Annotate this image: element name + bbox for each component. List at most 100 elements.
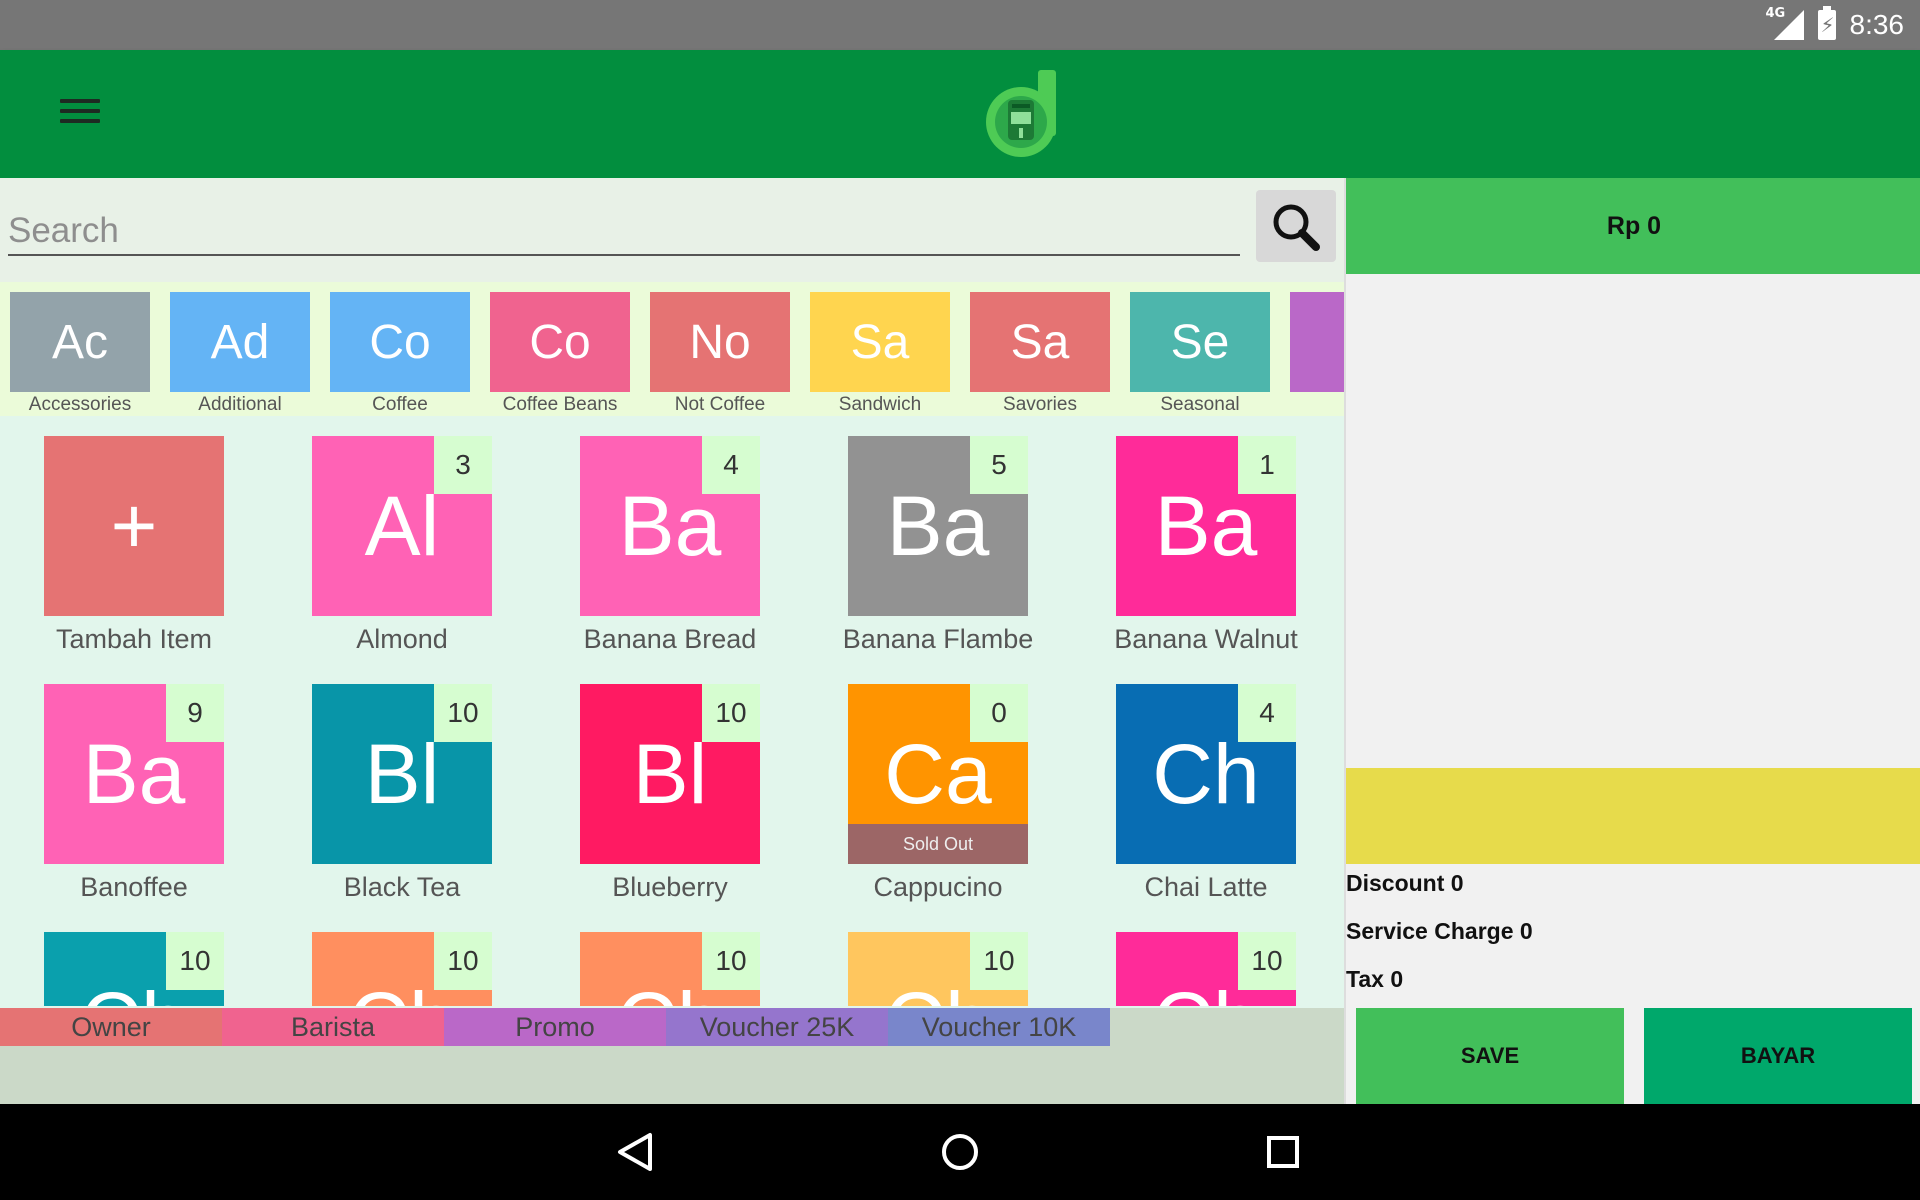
order-total: Rp 0 (1346, 178, 1920, 274)
customer-info-bar[interactable] (1346, 768, 1920, 864)
network-type: 4G (1765, 6, 1786, 21)
category-label: Accessories (28, 394, 132, 415)
category-coffee[interactable]: Co Coffee (330, 292, 470, 416)
stock-badge: 10 (702, 684, 760, 742)
back-icon[interactable] (606, 1124, 666, 1180)
tag-voucher-25k[interactable]: Voucher 25K (666, 1008, 888, 1046)
item-name: Banana Bread (583, 624, 757, 654)
category-label: Coffee Beans (502, 394, 618, 415)
item-name: Banana Walnut (1114, 624, 1298, 654)
search-button[interactable] (1256, 190, 1336, 262)
category-strip: Ac Accessories Ad Additional Co Coffee C… (0, 282, 1344, 416)
category-seasonal[interactable]: Se Seasonal (1130, 292, 1270, 416)
category-additional[interactable]: Ad Additional (170, 292, 310, 416)
add-item-button[interactable]: + Tambah Item (0, 416, 268, 664)
product-item[interactable]: Al 3 Almond (268, 416, 536, 664)
product-item[interactable]: Ca 0 Sold Out Cappucino (804, 664, 1072, 912)
customer-tag-bar: Owner Barista Promo Voucher 25K Voucher … (0, 1008, 1344, 1104)
stock-badge: 10 (702, 932, 760, 990)
category-not-coffee[interactable]: No Not Coffee (650, 292, 790, 416)
stock-badge: 3 (434, 436, 492, 494)
app-logo (986, 70, 1056, 157)
product-item[interactable]: Ch 10 (804, 912, 1072, 1006)
discount-line: Discount 0 (1346, 870, 1464, 896)
category-label: Seasonal (1160, 394, 1240, 415)
product-item[interactable]: Bl 10 Black Tea (268, 664, 536, 912)
stock-badge: 10 (970, 932, 1028, 990)
tag-owner[interactable]: Owner (0, 1008, 222, 1046)
category-label: Additional (198, 394, 282, 415)
stock-badge: 10 (1238, 932, 1296, 990)
stock-badge: 9 (166, 684, 224, 742)
product-item[interactable]: Bl 10 Blueberry (536, 664, 804, 912)
app-bar (0, 50, 1920, 178)
product-panel: Ac Accessories Ad Additional Co Coffee C… (0, 178, 1344, 1104)
status-icons: 4G ⚡ 8:36 (1766, 0, 1905, 50)
category-accessories[interactable]: Ac Accessories (10, 292, 150, 416)
save-button[interactable]: SAVE (1356, 1008, 1624, 1104)
stock-badge: 0 (970, 684, 1028, 742)
product-item[interactable]: Ba 5 Banana Flambe (804, 416, 1072, 664)
product-item[interactable]: Ba 9 Banoffee (0, 664, 268, 912)
category-savories[interactable]: Sa Savories (970, 292, 1110, 416)
category-label: Savories (1003, 394, 1077, 415)
product-item[interactable]: Ch 10 (268, 912, 536, 1006)
tag-barista[interactable]: Barista (222, 1008, 444, 1046)
stock-badge: 5 (970, 436, 1028, 494)
stock-badge: 4 (1238, 684, 1296, 742)
service-charge-line: Service Charge 0 (1346, 918, 1533, 944)
category-tile: S (1290, 292, 1344, 392)
system-nav-bar (0, 1104, 1920, 1200)
category-label: Sandwich (838, 394, 922, 415)
category-tile: No (650, 292, 790, 392)
battery-charging-icon: ⚡ (1817, 6, 1836, 40)
product-item[interactable]: Ch 10 (536, 912, 804, 1006)
tag-promo[interactable]: Promo (444, 1008, 666, 1046)
item-name: Blueberry (612, 872, 728, 902)
order-panel: Rp 0 Discount 0 Service Charge 0 Tax 0 S… (1344, 178, 1920, 1104)
order-items-list[interactable] (1346, 274, 1920, 768)
home-icon[interactable] (930, 1124, 990, 1180)
search-input[interactable] (8, 208, 1240, 256)
product-item[interactable]: Ch 10 (1072, 912, 1340, 1006)
category-coffee-beans[interactable]: Co Coffee Beans (490, 292, 630, 416)
item-name: Chai Latte (1144, 872, 1268, 902)
item-name: Banana Flambe (842, 624, 1034, 654)
category-partial[interactable]: S Sv (1290, 292, 1344, 416)
search-bar (0, 178, 1344, 282)
stock-badge: 10 (434, 684, 492, 742)
item-name: Tambah Item (55, 624, 213, 654)
tax-line: Tax 0 (1346, 966, 1404, 992)
product-item[interactable]: Ch 10 (0, 912, 268, 1006)
category-tile: Ad (170, 292, 310, 392)
category-label: Sv (1290, 392, 1344, 416)
item-name: Black Tea (343, 872, 461, 902)
category-tile: Sa (970, 292, 1110, 392)
tag-voucher-10k[interactable]: Voucher 10K (888, 1008, 1110, 1046)
status-bar: 4G ⚡ 8:36 (0, 0, 1920, 50)
stock-badge: 10 (434, 932, 492, 990)
product-grid: + Tambah Item Al 3 Almond Ba 4 Banana Br… (0, 416, 1344, 1006)
category-label: Coffee (372, 394, 428, 415)
signal-icon: 4G (1766, 6, 1804, 42)
stock-badge: 10 (166, 932, 224, 990)
item-name: Banoffee (80, 872, 188, 902)
clock: 8:36 (1849, 9, 1905, 40)
product-item[interactable]: Ba 4 Banana Bread (536, 416, 804, 664)
recents-icon[interactable] (1253, 1124, 1313, 1180)
stock-badge: 1 (1238, 436, 1296, 494)
item-name: Cappucino (873, 872, 1003, 902)
pay-button[interactable]: BAYAR (1644, 1008, 1912, 1104)
category-tile: Co (490, 292, 630, 392)
search-icon (1273, 204, 1320, 251)
sold-out-label: Sold Out (848, 824, 1028, 864)
stock-badge: 4 (702, 436, 760, 494)
product-item[interactable]: Ba 1 Banana Walnut (1072, 416, 1340, 664)
category-sandwich[interactable]: Sa Sandwich (810, 292, 950, 416)
menu-button[interactable] (52, 93, 108, 143)
category-tile: Co (330, 292, 470, 392)
category-label: Not Coffee (674, 394, 766, 415)
product-item[interactable]: Ch 4 Chai Latte (1072, 664, 1340, 912)
plus-icon: + (44, 436, 224, 616)
category-tile: Ac (10, 292, 150, 392)
